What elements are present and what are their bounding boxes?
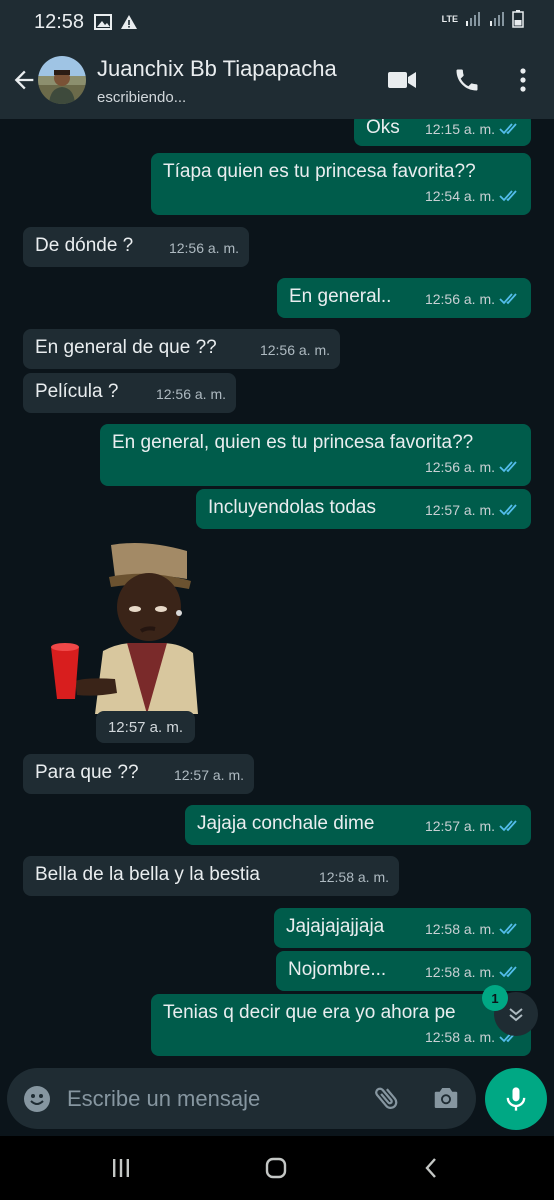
signal-icon xyxy=(466,12,480,26)
voice-record-button[interactable] xyxy=(485,1068,547,1130)
read-ticks-icon xyxy=(499,461,517,473)
read-ticks-icon xyxy=(499,966,517,978)
message-text: Jajaja conchale dime xyxy=(197,813,375,834)
message-bubble-outgoing[interactable]: Tíapa quien es tu princesa favorita?? 12… xyxy=(151,153,531,215)
battery-icon xyxy=(512,10,524,28)
message-text: En general de que ?? xyxy=(35,337,217,358)
attach-icon[interactable] xyxy=(372,1083,402,1113)
message-bubble-outgoing[interactable]: Incluyendolas todas 12:57 a. m. xyxy=(196,489,531,529)
message-bubble-incoming[interactable]: En general de que ?? 12:56 a. m. xyxy=(23,329,340,369)
message-time: 12:58 a. m. xyxy=(424,921,495,937)
message-text: Oks xyxy=(366,119,400,138)
gallery-notification-icon xyxy=(94,14,113,30)
message-composer xyxy=(7,1068,476,1129)
message-time: 12:56 a. m. xyxy=(155,386,226,402)
message-bubble-outgoing[interactable]: En general, quien es tu princesa favorit… xyxy=(100,424,531,486)
chat-header: Juanchix Bb Tiapapacha escribiendo... xyxy=(0,44,554,119)
message-text: Bella de la bella y la bestia xyxy=(35,864,260,885)
message-input[interactable] xyxy=(65,1080,359,1118)
message-time: 12:54 a. m. xyxy=(424,188,495,204)
signal-icon-2 xyxy=(490,12,504,26)
video-call-icon[interactable] xyxy=(387,66,417,94)
message-time: 12:56 a. m. xyxy=(259,342,330,358)
message-text: Tíapa quien es tu princesa favorita?? xyxy=(163,161,476,182)
message-time: 12:56 a. m. xyxy=(424,291,495,307)
status-bar: 12:58 LTE xyxy=(0,0,554,44)
message-list[interactable]: Oks 12:15 a. m. Tíapa quien es tu prince… xyxy=(0,119,554,1064)
message-text: Para que ?? xyxy=(35,762,139,783)
message-text: En general, quien es tu princesa favorit… xyxy=(112,432,474,453)
message-time: 12:58 a. m. xyxy=(424,1029,495,1045)
chevron-down-icon xyxy=(509,1008,523,1022)
message-time: 12:58 a. m. xyxy=(318,869,389,885)
message-time: 12:57 a. m. xyxy=(424,502,495,518)
camera-icon[interactable] xyxy=(431,1083,461,1113)
contact-typing-status: escribiendo... xyxy=(97,89,187,106)
network-type-label: LTE xyxy=(441,14,458,24)
message-bubble-outgoing[interactable]: Jajaja conchale dime 12:57 a. m. xyxy=(185,805,531,845)
message-time: 12:58 a. m. xyxy=(424,964,495,980)
mic-icon xyxy=(506,1087,526,1111)
message-time: 12:57 a. m. xyxy=(173,767,244,783)
message-text: Nojombre... xyxy=(288,959,387,980)
message-bubble-incoming[interactable]: De dónde ? 12:56 a. m. xyxy=(23,227,249,267)
message-text: Película ? xyxy=(35,381,119,402)
home-icon[interactable] xyxy=(264,1156,288,1180)
read-ticks-icon xyxy=(499,820,517,832)
message-text: Incluyendolas todas xyxy=(208,497,376,518)
recent-apps-icon[interactable] xyxy=(109,1156,133,1180)
message-text: De dónde ? xyxy=(35,235,134,256)
system-navigation-bar xyxy=(0,1136,554,1200)
message-bubble-outgoing[interactable]: Jajajajajjaja 12:58 a. m. xyxy=(274,908,531,948)
message-bubble-incoming[interactable]: Película ? 12:56 a. m. xyxy=(23,373,236,413)
message-bubble-incoming[interactable]: Bella de la bella y la bestia 12:58 a. m… xyxy=(23,856,399,896)
message-bubble-incoming[interactable]: Para que ?? 12:57 a. m. xyxy=(23,754,254,794)
sticker-time: 12:57 a. m. xyxy=(96,711,195,743)
unread-count-badge: 1 xyxy=(482,985,508,1011)
nav-back-icon[interactable] xyxy=(420,1156,444,1180)
phone-call-icon[interactable] xyxy=(453,66,481,94)
message-bubble-outgoing[interactable]: Tenias q decir que era yo ahora pe 12:58… xyxy=(151,994,531,1056)
more-vert-icon[interactable] xyxy=(516,66,530,94)
read-ticks-icon xyxy=(499,504,517,516)
status-time: 12:58 xyxy=(34,10,85,33)
contact-avatar[interactable] xyxy=(38,56,86,104)
warning-notification-icon xyxy=(121,15,138,29)
message-time: 12:15 a. m. xyxy=(424,121,495,137)
back-arrow-icon[interactable] xyxy=(10,66,38,94)
message-bubble-outgoing[interactable]: En general.. 12:56 a. m. xyxy=(277,278,531,318)
message-bubble-outgoing[interactable]: Oks 12:15 a. m. xyxy=(354,119,531,146)
message-text: En general.. xyxy=(289,286,392,307)
read-ticks-icon xyxy=(499,923,517,935)
read-ticks-icon xyxy=(499,123,517,135)
message-text: Tenias q decir que era yo ahora pe xyxy=(163,1002,456,1023)
contact-name[interactable]: Juanchix Bb Tiapapacha xyxy=(97,56,337,82)
message-time: 12:56 a. m. xyxy=(168,240,239,256)
message-time: 12:56 a. m. xyxy=(424,459,495,475)
read-ticks-icon xyxy=(499,190,517,202)
read-ticks-icon xyxy=(499,293,517,305)
message-text: Jajajajajjaja xyxy=(286,916,385,937)
message-time: 12:57 a. m. xyxy=(424,818,495,834)
emoji-icon[interactable] xyxy=(23,1085,51,1113)
man-with-red-cup-sticker[interactable] xyxy=(35,539,200,714)
